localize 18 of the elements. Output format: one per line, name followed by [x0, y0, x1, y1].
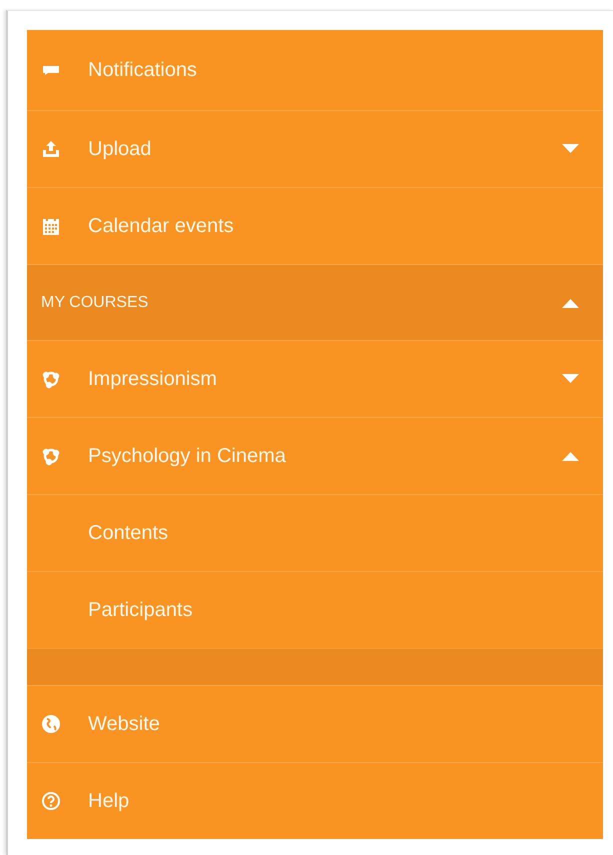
expand-caret-icon[interactable] [562, 144, 579, 154]
course-icon [41, 446, 61, 466]
collapse-caret-icon[interactable] [562, 298, 579, 308]
menu-item[interactable]: Notifications [27, 30, 603, 110]
help-icon [41, 791, 61, 811]
calendar-icon [41, 216, 61, 236]
submenu-item[interactable]: Contents [27, 494, 603, 571]
course-item[interactable]: Impressionism [27, 340, 603, 417]
menu-item[interactable]: Website [27, 685, 603, 762]
collapse-caret-icon[interactable] [562, 451, 579, 461]
menu-item[interactable]: Help [27, 762, 603, 839]
upload-icon [41, 139, 61, 159]
section-header[interactable]: MY COURSES [27, 264, 603, 340]
globe-icon [41, 714, 61, 734]
expand-caret-icon[interactable] [562, 374, 579, 384]
course-item[interactable]: Psychology in Cinema [27, 417, 603, 494]
menu-item[interactable]: Upload [27, 110, 603, 187]
course-icon [41, 369, 61, 389]
